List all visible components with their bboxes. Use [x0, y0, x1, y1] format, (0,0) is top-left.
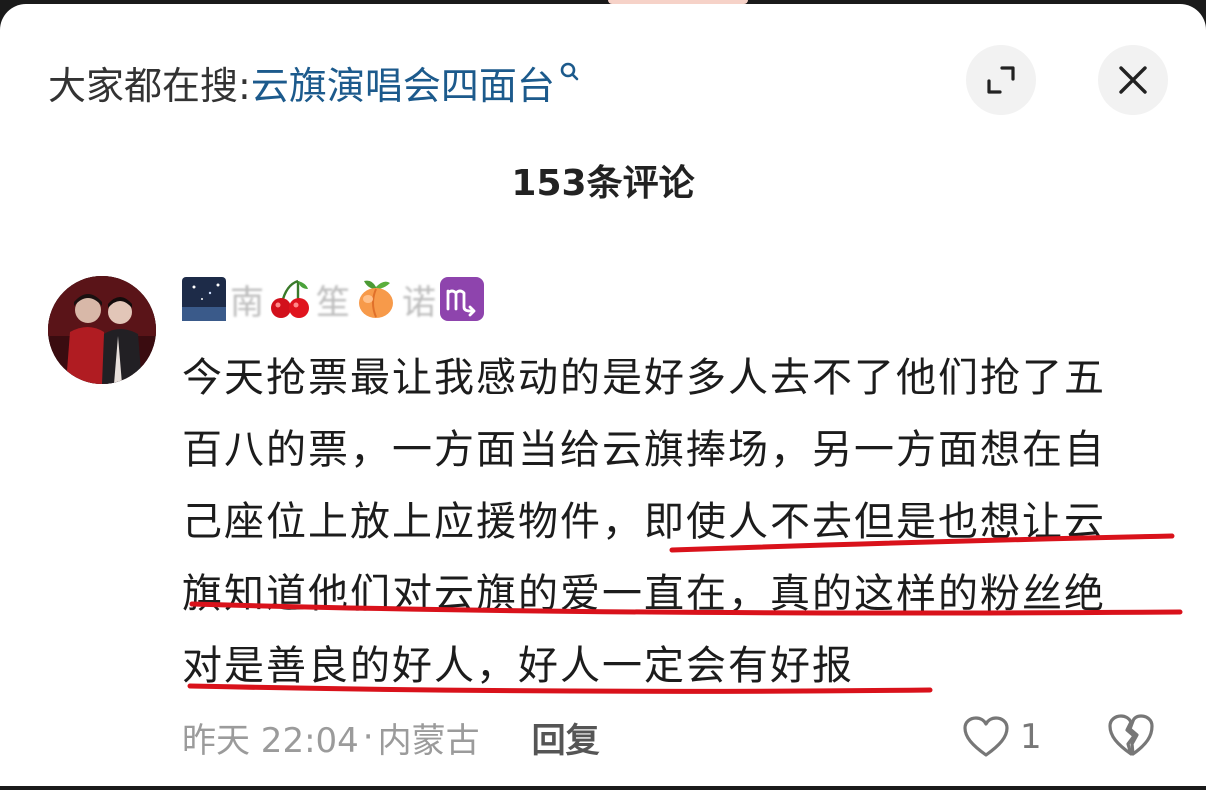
dislike-button[interactable] — [1106, 712, 1156, 762]
username[interactable]: 南 笙 诺 — [182, 274, 484, 324]
heart-icon — [963, 716, 1009, 757]
trending-search-prefix: 大家都在搜: — [48, 63, 251, 108]
expand-icon — [987, 66, 1015, 94]
close-icon — [1119, 66, 1147, 94]
comment-count-title: 153条评论 — [511, 163, 695, 204]
like-button[interactable]: 1 — [962, 712, 1042, 762]
broken-heart-icon — [1108, 714, 1154, 756]
avatar[interactable] — [48, 276, 156, 384]
reply-button[interactable]: 回复 — [532, 713, 600, 762]
search-icon — [559, 56, 581, 90]
comment-line: 对是善良的好人，好人一定会有好报 — [182, 643, 854, 689]
username-char: 诺 — [402, 282, 436, 323]
trending-search[interactable]: 大家都在搜: 云旗演唱会四面台 — [48, 52, 581, 112]
close-button[interactable] — [1098, 45, 1168, 115]
like-count: 1 — [1020, 717, 1042, 757]
meta-separator: · — [362, 717, 374, 757]
username-char: 南 — [230, 282, 264, 323]
comment-sheet: 大家都在搜: 云旗演唱会四面台 153条评论 南 笙 诺 今天抢票最让我感动的是… — [0, 4, 1206, 786]
comment-location: 内蒙古 — [377, 720, 480, 761]
cherry-emoji — [268, 277, 312, 321]
username-char: 笙 — [316, 282, 350, 323]
comment-line: 今天抢票最让我感动的是好多人去不了他们抢了五 — [182, 355, 1106, 401]
comment-line: 百八的票，一方面当给云旗捧场，另一方面想在自 — [182, 427, 1106, 473]
comment-meta: 昨天 22:04 · 内蒙古 回复 — [182, 712, 600, 762]
scorpio-emoji — [440, 277, 484, 321]
expand-button[interactable] — [966, 45, 1036, 115]
comment-line: 己座位上放上应援物件，即使人不去但是也想让云 — [182, 499, 1106, 545]
peach-emoji — [354, 277, 398, 321]
username-picture-icon — [182, 277, 226, 321]
comment-time: 昨天 22:04 — [182, 720, 359, 761]
comment-line: 旗知道他们对云旗的爱一直在，真的这样的粉丝绝 — [182, 571, 1106, 617]
trending-search-term[interactable]: 云旗演唱会四面台 — [251, 55, 555, 110]
comment-body: 今天抢票最让我感动的是好多人去不了他们抢了五 百八的票，一方面当给云旗捧场，另一… — [182, 342, 1162, 702]
